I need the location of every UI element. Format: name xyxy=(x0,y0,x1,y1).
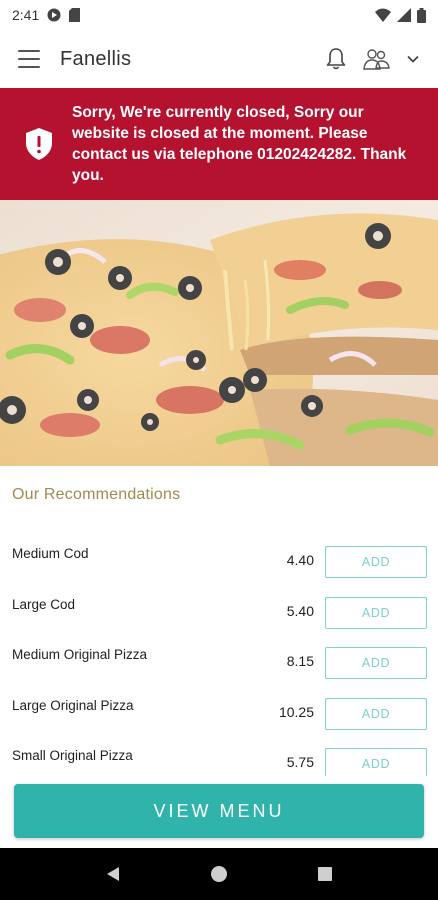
closed-message: Sorry, We're currently closed, Sorry our… xyxy=(72,104,407,184)
status-time: 2:41 xyxy=(12,7,40,23)
add-button[interactable]: ADD xyxy=(325,647,427,679)
item-name: Medium Cod xyxy=(12,546,89,561)
sim-icon xyxy=(69,8,81,22)
item-price: 5.40 xyxy=(286,602,314,619)
view-menu-button[interactable]: VIEW MENU xyxy=(14,784,424,838)
add-button[interactable]: ADD xyxy=(325,697,427,730)
media-icon xyxy=(47,8,61,22)
item-name: Medium Original Pizza xyxy=(12,647,148,662)
system-nav-bar xyxy=(0,848,438,900)
menu-icon[interactable] xyxy=(18,50,40,68)
recommendations-list: Medium Cod 4.40 ADD Large Cod 5.40 ADD M… xyxy=(0,536,438,789)
app-title: Fanellis xyxy=(60,47,132,70)
item-price: 8.15 xyxy=(286,653,314,669)
item-name: Large Cod xyxy=(12,596,76,612)
battery-icon xyxy=(417,7,426,23)
list-item: Large Original Pizza 10.25 ADD xyxy=(0,688,438,739)
signal-icon xyxy=(397,8,411,22)
view-menu-bar: VIEW MENU xyxy=(0,776,438,848)
recommendations-title: Our Recommendations xyxy=(12,486,181,503)
closed-banner: Sorry, We're currently closed, Sorry our… xyxy=(0,88,438,200)
list-item: Medium Cod 4.40 ADD xyxy=(0,536,438,587)
home-icon[interactable] xyxy=(207,862,231,886)
item-price: 4.40 xyxy=(286,552,314,568)
chevron-down-icon[interactable] xyxy=(406,52,420,66)
user-icon[interactable] xyxy=(362,47,392,71)
pizza-illustration xyxy=(0,200,438,466)
item-name: Large Original Pizza xyxy=(12,697,134,713)
shield-alert-icon xyxy=(26,128,52,160)
add-button[interactable]: ADD xyxy=(325,596,427,629)
item-price: 5.75 xyxy=(286,754,314,770)
wifi-icon xyxy=(375,8,391,22)
item-name: Small Original Pizza xyxy=(12,748,133,763)
status-bar: 2:41 xyxy=(0,0,438,30)
recents-icon[interactable] xyxy=(313,862,337,886)
add-button[interactable]: ADD xyxy=(325,546,427,578)
hero-pizza-image xyxy=(0,200,438,466)
bell-icon[interactable] xyxy=(324,47,348,71)
item-price: 10.25 xyxy=(278,703,314,720)
back-icon[interactable] xyxy=(101,862,125,886)
list-item: Medium Original Pizza 8.15 ADD xyxy=(0,637,438,688)
list-item: Large Cod 5.40 ADD xyxy=(0,587,438,638)
app-bar: Fanellis xyxy=(0,30,438,88)
